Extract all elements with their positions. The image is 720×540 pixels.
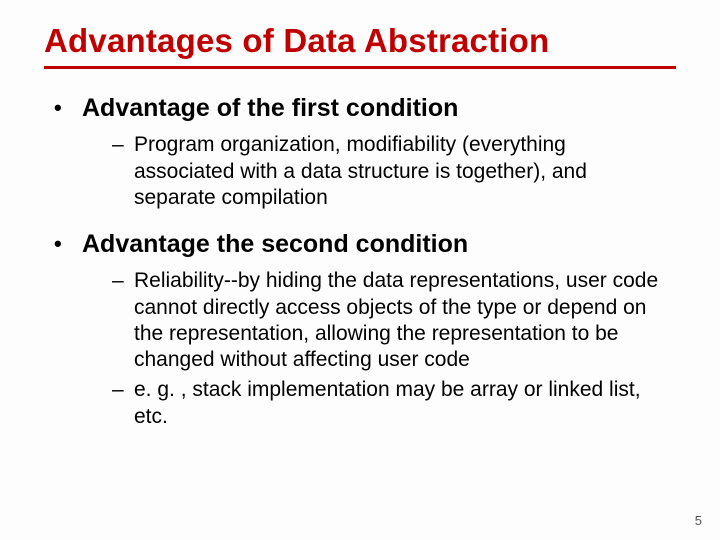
bullet-item: Advantage of the first condition Program… <box>54 93 676 211</box>
bullet-list: Advantage of the first condition Program… <box>44 93 676 430</box>
sub-bullet-list: Program organization, modifiability (eve… <box>82 132 676 211</box>
sub-bullet-text: Reliability--by hiding the data represen… <box>134 269 658 371</box>
slide-title: Advantages of Data Abstraction <box>44 22 676 60</box>
bullet-text: Advantage of the first condition <box>82 94 458 122</box>
title-underline <box>44 66 676 69</box>
bullet-text: Advantage the second condition <box>82 230 468 258</box>
sub-bullet-text: e. g. , stack implementation may be arra… <box>134 378 641 427</box>
page-number: 5 <box>695 513 702 528</box>
slide: Advantages of Data Abstraction Advantage… <box>0 0 720 540</box>
sub-bullet-item: e. g. , stack implementation may be arra… <box>112 377 668 430</box>
sub-bullet-list: Reliability--by hiding the data represen… <box>82 268 676 430</box>
bullet-item: Advantage the second condition Reliabili… <box>54 229 676 430</box>
sub-bullet-item: Reliability--by hiding the data represen… <box>112 268 668 373</box>
sub-bullet-text: Program organization, modifiability (eve… <box>134 133 587 209</box>
sub-bullet-item: Program organization, modifiability (eve… <box>112 132 668 211</box>
